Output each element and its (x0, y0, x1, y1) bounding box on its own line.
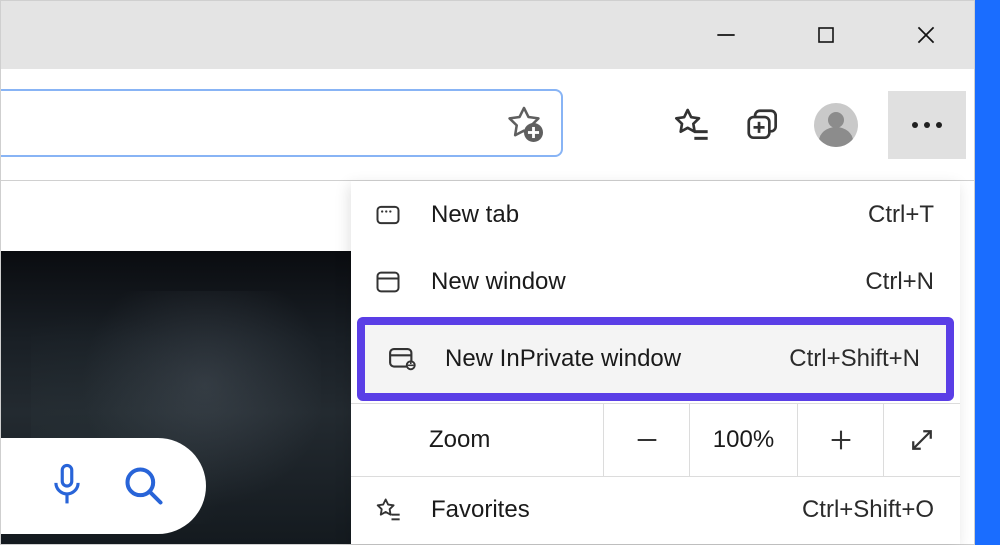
settings-menu-button[interactable] (888, 91, 966, 159)
browser-window: New tab Ctrl+T New window Ctrl+N (0, 0, 975, 545)
zoom-value: 100% (689, 404, 797, 476)
menu-label: New window (431, 268, 837, 296)
zoom-label: Zoom (351, 404, 603, 476)
fullscreen-button[interactable] (883, 404, 960, 476)
window-titlebar (1, 1, 974, 69)
zoom-out-button[interactable] (603, 404, 689, 476)
menu-shortcut: Ctrl+N (865, 268, 934, 296)
favorite-add-icon[interactable] (505, 104, 543, 142)
menu-item-highlight: New InPrivate window Ctrl+Shift+N (357, 317, 954, 401)
inprivate-icon (387, 344, 417, 374)
menu-item-zoom: Zoom 100% (351, 403, 960, 477)
profile-avatar-icon[interactable] (814, 103, 858, 147)
menu-shortcut: Ctrl+Shift+N (789, 345, 920, 373)
toolbar (1, 69, 974, 181)
new-tab-icon (373, 200, 403, 230)
menu-shortcut: Ctrl+Shift+O (802, 496, 934, 524)
overflow-menu: New tab Ctrl+T New window Ctrl+N (351, 181, 960, 544)
content-area: New tab Ctrl+T New window Ctrl+N (1, 181, 974, 544)
voice-search-icon[interactable] (48, 460, 86, 512)
menu-item-new-window[interactable]: New window Ctrl+N (351, 248, 960, 315)
search-icon[interactable] (122, 464, 166, 508)
minimize-button[interactable] (696, 5, 756, 65)
menu-item-favorites[interactable]: Favorites Ctrl+Shift+O (351, 477, 960, 544)
zoom-in-button[interactable] (797, 404, 883, 476)
favorites-list-icon[interactable] (670, 104, 712, 146)
favorites-icon (373, 495, 403, 525)
menu-label: New InPrivate window (445, 345, 761, 373)
new-window-icon (373, 267, 403, 297)
maximize-button[interactable] (796, 5, 856, 65)
menu-item-new-tab[interactable]: New tab Ctrl+T (351, 181, 960, 248)
address-bar[interactable] (1, 89, 563, 157)
menu-shortcut: Ctrl+T (868, 201, 934, 229)
menu-item-inprivate[interactable]: New InPrivate window Ctrl+Shift+N (365, 325, 946, 393)
page-search-pill (1, 438, 206, 534)
collections-icon[interactable] (742, 104, 784, 146)
menu-label: Favorites (431, 496, 774, 524)
toolbar-right (670, 69, 974, 181)
menu-label: New tab (431, 201, 840, 229)
close-button[interactable] (896, 5, 956, 65)
